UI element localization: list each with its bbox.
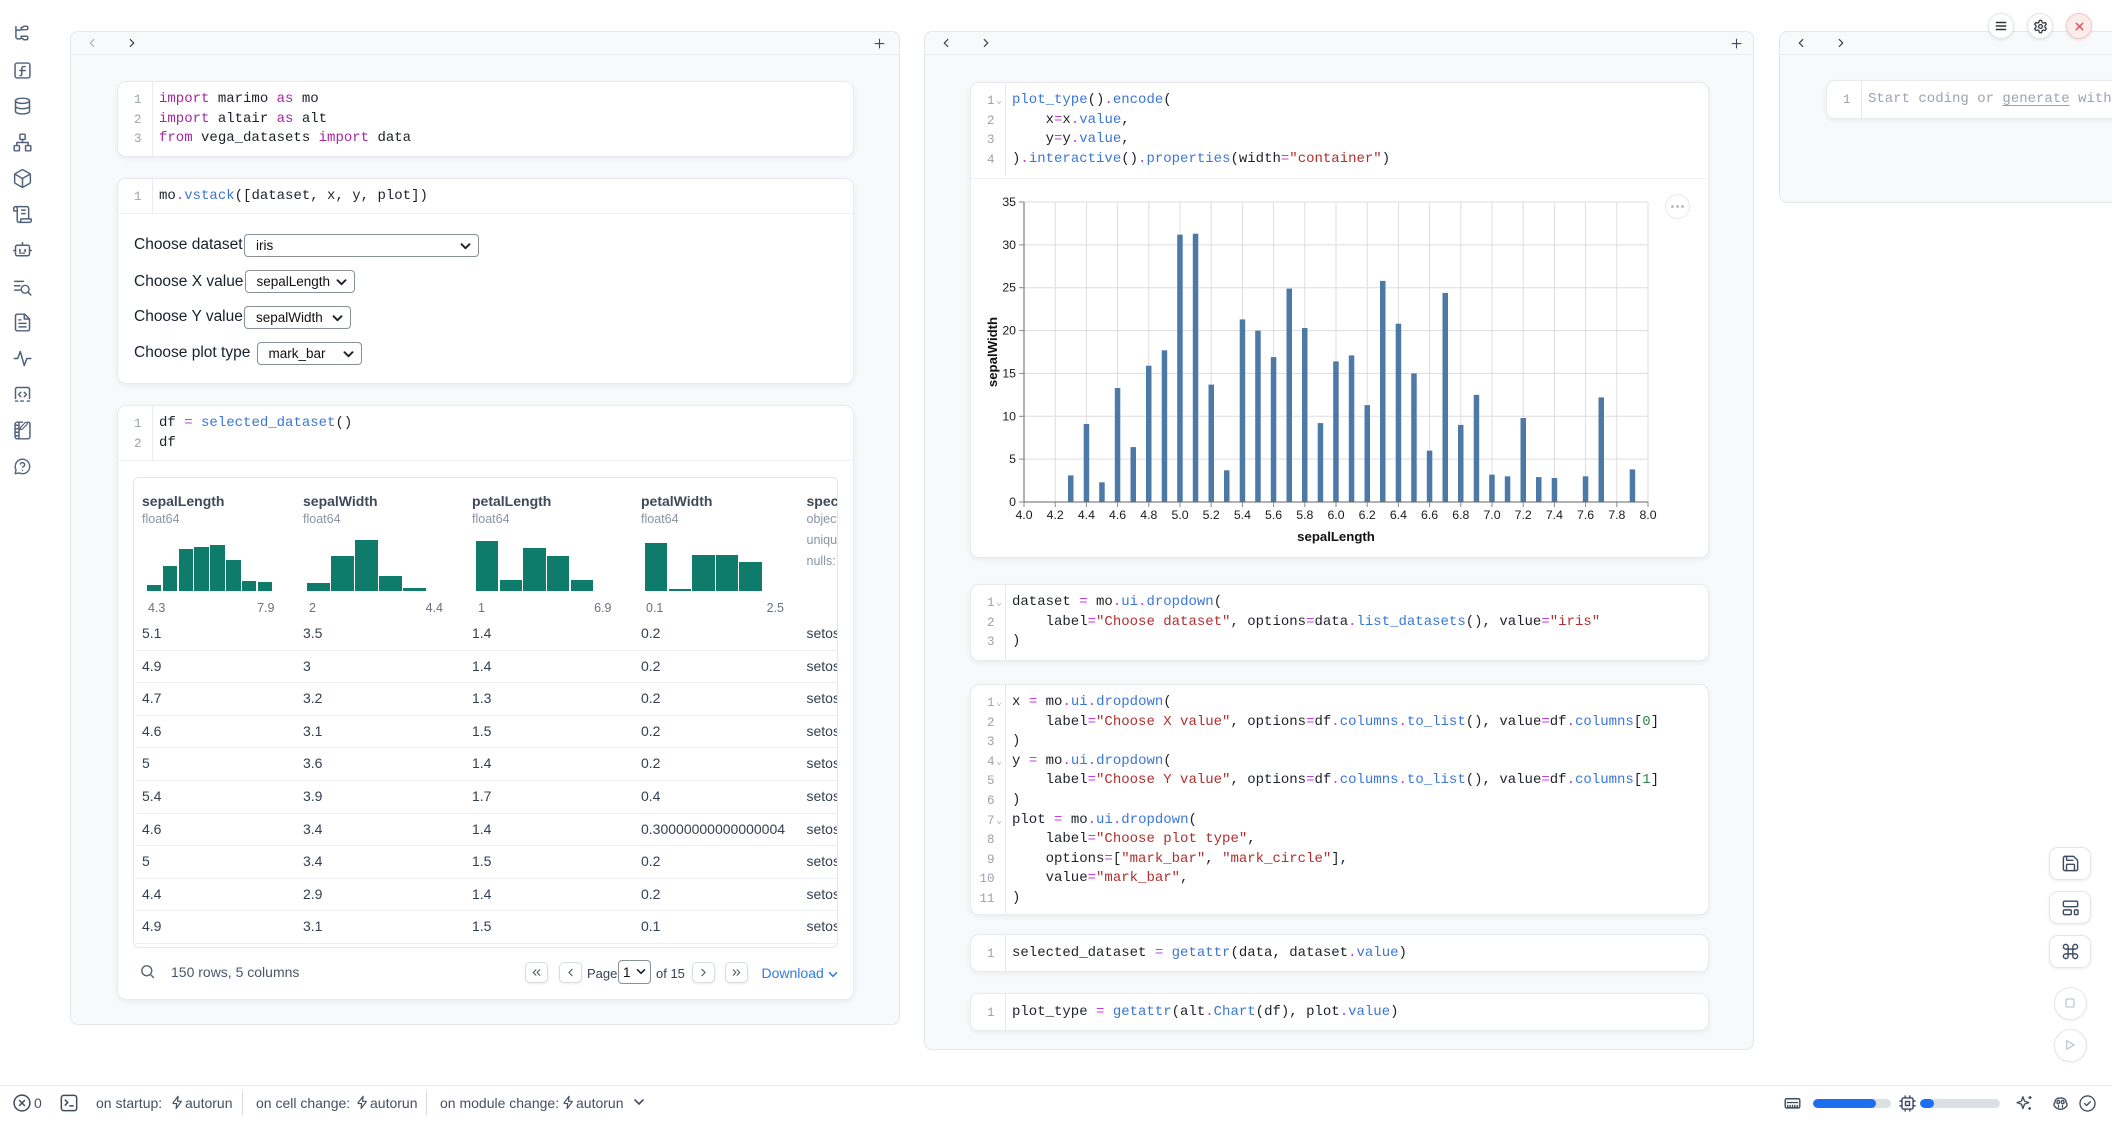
- svg-text:30: 30: [1002, 238, 1016, 252]
- svg-text:0: 0: [1009, 495, 1016, 509]
- svg-text:sepalLength: sepalLength: [1297, 529, 1375, 544]
- svg-text:sepalWidth: sepalWidth: [985, 317, 1000, 387]
- svg-text:10: 10: [1002, 409, 1016, 423]
- svg-text:4.8: 4.8: [1140, 508, 1157, 522]
- svg-text:6.2: 6.2: [1359, 508, 1376, 522]
- svg-text:35: 35: [1002, 195, 1016, 209]
- svg-text:7.8: 7.8: [1608, 508, 1625, 522]
- svg-text:7.4: 7.4: [1546, 508, 1563, 522]
- svg-text:6.6: 6.6: [1421, 508, 1438, 522]
- svg-text:4.6: 4.6: [1109, 508, 1126, 522]
- svg-text:5: 5: [1009, 452, 1016, 466]
- svg-text:7.2: 7.2: [1515, 508, 1532, 522]
- svg-text:20: 20: [1002, 324, 1016, 338]
- svg-text:5.8: 5.8: [1296, 508, 1313, 522]
- svg-text:6.8: 6.8: [1452, 508, 1469, 522]
- svg-text:7.6: 7.6: [1577, 508, 1594, 522]
- svg-text:6.4: 6.4: [1390, 508, 1407, 522]
- svg-text:25: 25: [1002, 281, 1016, 295]
- svg-text:15: 15: [1002, 366, 1016, 380]
- svg-text:5.6: 5.6: [1265, 508, 1282, 522]
- svg-text:4.2: 4.2: [1047, 508, 1064, 522]
- svg-text:6.0: 6.0: [1327, 508, 1344, 522]
- svg-text:5.0: 5.0: [1171, 508, 1188, 522]
- svg-text:5.4: 5.4: [1234, 508, 1251, 522]
- svg-text:5.2: 5.2: [1203, 508, 1220, 522]
- svg-text:8.0: 8.0: [1639, 508, 1656, 522]
- svg-text:7.0: 7.0: [1483, 508, 1500, 522]
- svg-text:4.4: 4.4: [1078, 508, 1095, 522]
- svg-text:4.0: 4.0: [1015, 508, 1032, 522]
